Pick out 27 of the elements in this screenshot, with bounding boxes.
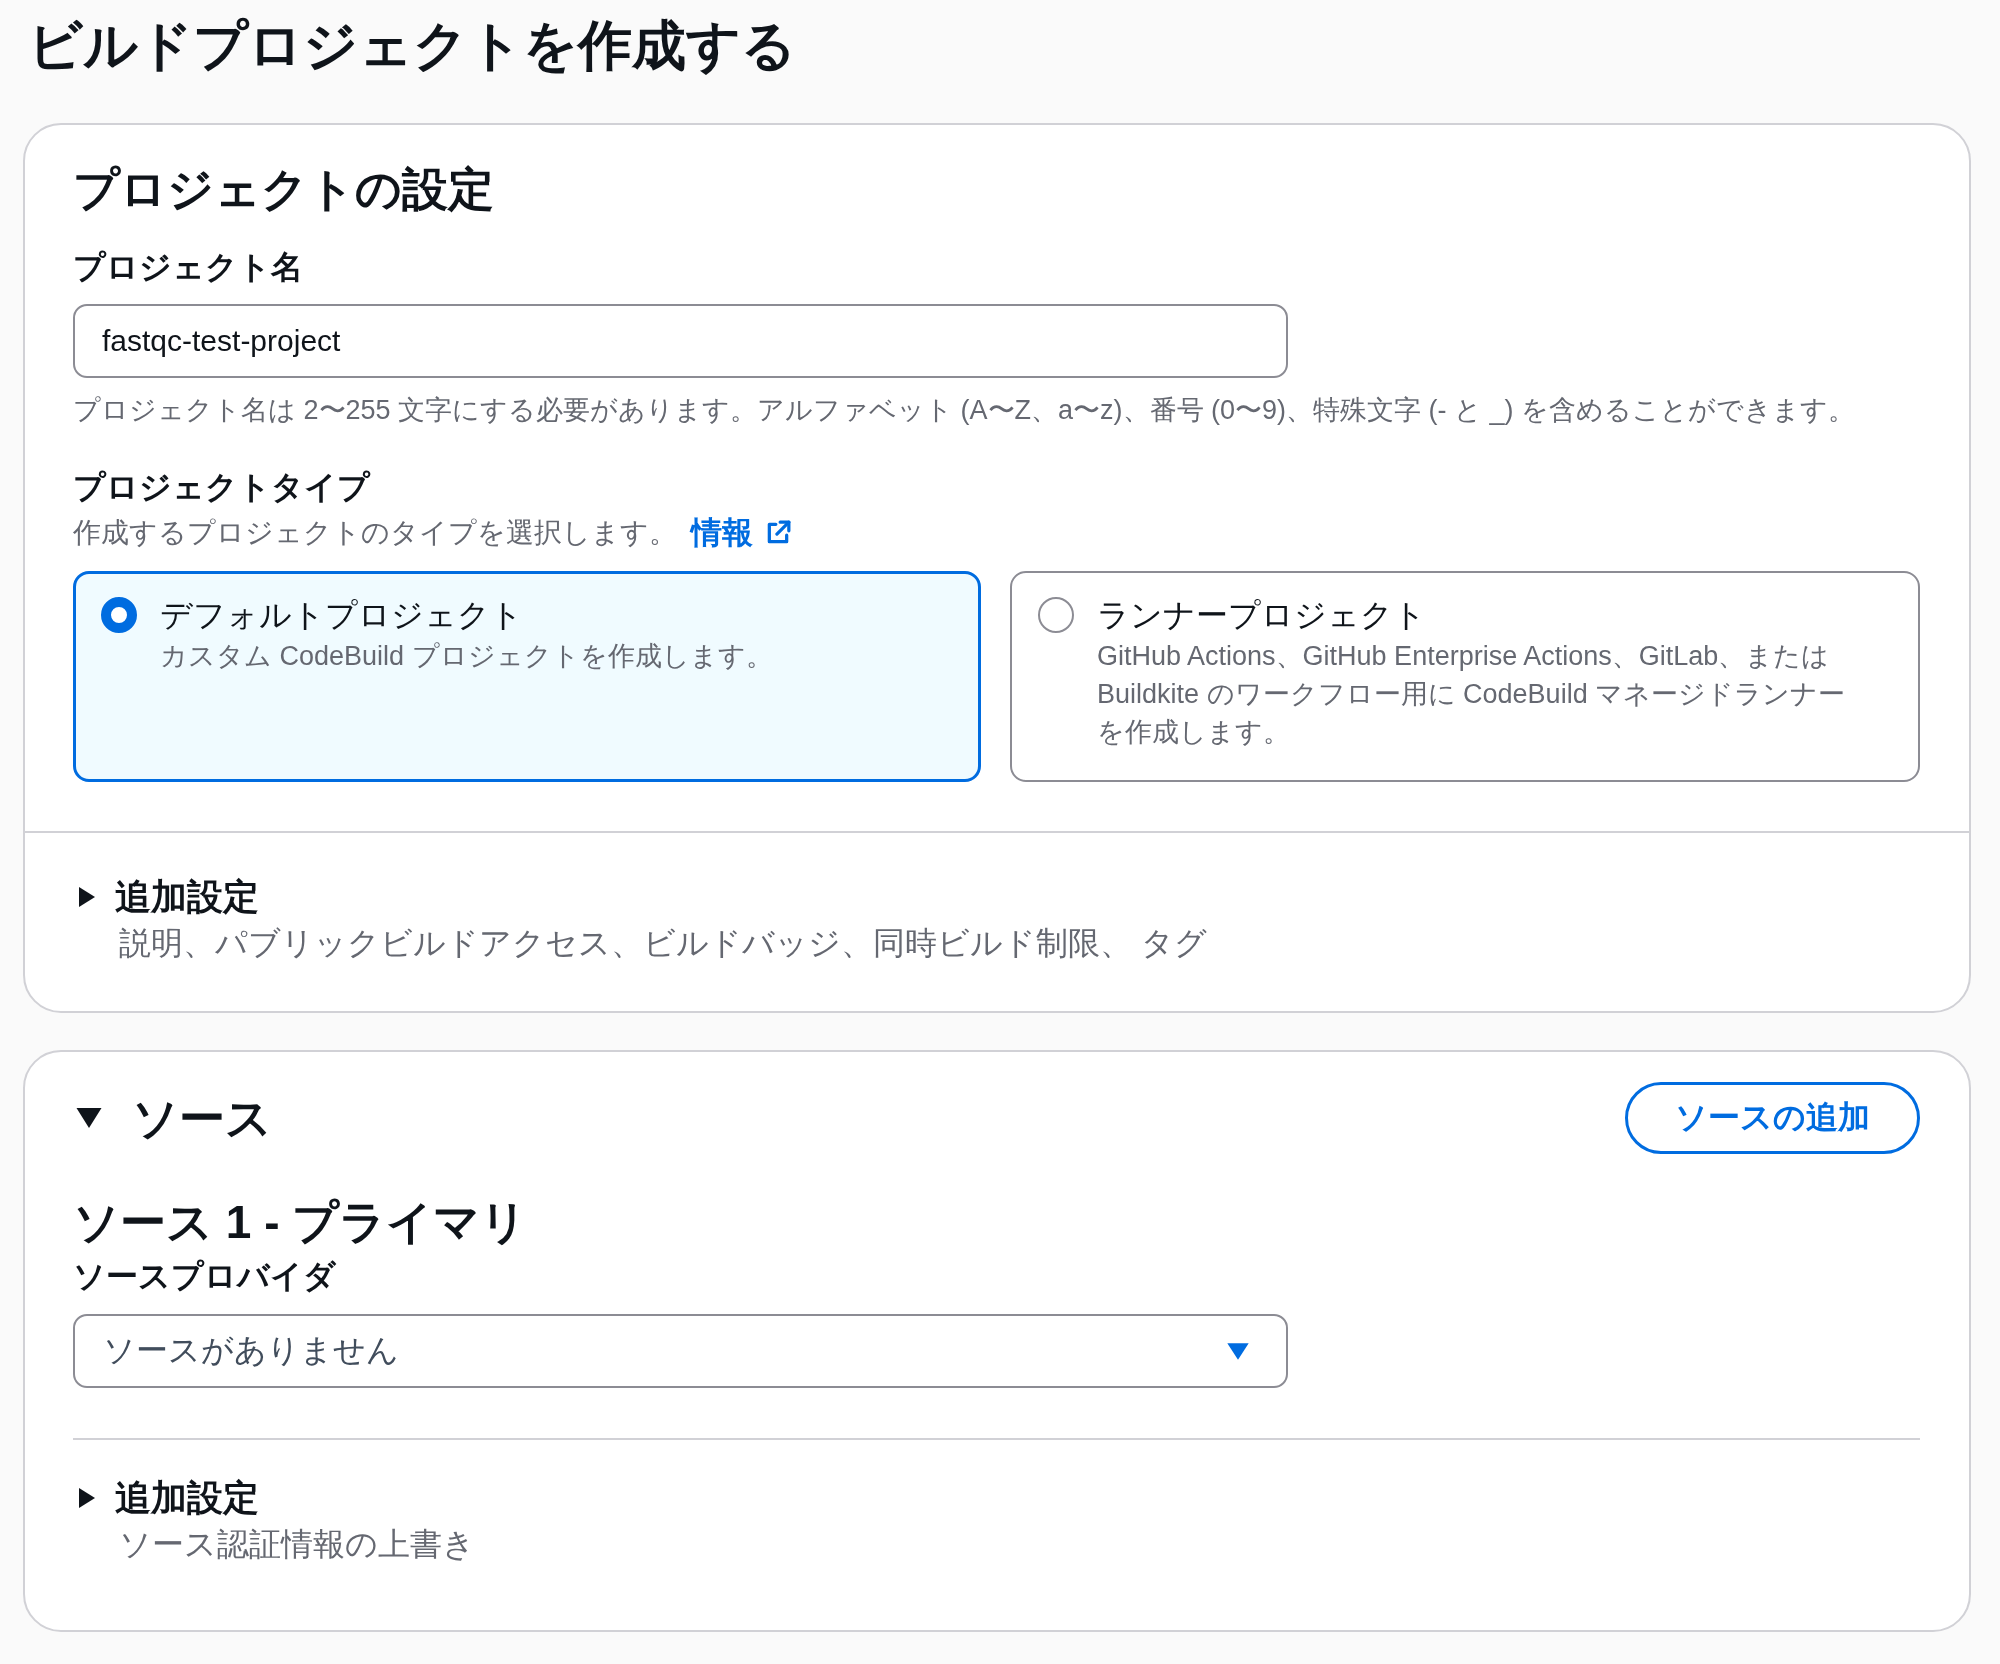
external-link-icon xyxy=(765,520,791,546)
option-title: デフォルトプロジェクト xyxy=(160,596,524,635)
source-heading: ソース 1 - プライマリ xyxy=(73,1195,529,1250)
field-label: ソースプロバイダ xyxy=(73,1257,337,1296)
option-description: カスタム CodeBuild プロジェクトを作成します。 xyxy=(160,640,774,673)
project-type-option[interactable]: デフォルトプロジェクト カスタム CodeBuild プロジェクトを作成します。 xyxy=(73,571,981,782)
option-description: GitHub Actions、GitHub Enterprise Actions、GitLab、または Buildkite のワークフロー用に CodeBuild マネージドランナーを作成します。 xyxy=(1097,640,1847,749)
field-hint: プロジェクト名は 2〜255 文字にする必要があります。アルファベット (A〜Z、a〜z)、番号 (0〜9)、特殊文字 (- と _) を含めることができます。 xyxy=(73,394,1857,427)
additional-settings-toggle[interactable]: 追加設定 xyxy=(73,875,259,919)
field-label: プロジェクトタイプ xyxy=(73,468,372,507)
additional-settings-summary: 説明、パブリックビルドアクセス、ビルドバッジ、同時ビルド制限、 タグ xyxy=(118,924,1208,963)
additional-settings-summary: ソース認証情報の上書き xyxy=(118,1525,476,1564)
add-source-button[interactable]: ソースの追加 xyxy=(1625,1082,1920,1154)
source-provider-select[interactable]: ソースがありません xyxy=(73,1314,1288,1388)
section-heading: プロジェクトの設定 xyxy=(73,162,495,217)
source-section-toggle[interactable]: ソース xyxy=(73,1090,272,1146)
page-title: ビルドプロジェクトを作成する xyxy=(28,14,797,77)
caret-down-icon xyxy=(1226,1341,1250,1361)
additional-settings-toggle[interactable]: 追加設定 xyxy=(73,1476,259,1520)
project-name-input[interactable]: fastqc-test-project xyxy=(73,304,1288,378)
radio-button[interactable] xyxy=(101,597,137,633)
info-link[interactable]: 情報 xyxy=(691,515,791,551)
project-type-option[interactable]: ランナープロジェクト GitHub Actions、GitHub Enterprise Actions、GitLab、または Buildkite のワークフロー用に CodeBuild マネージドランナーを作成します。 xyxy=(1010,571,1920,782)
radio-button[interactable] xyxy=(1038,597,1074,633)
field-description: 作成するプロジェクトのタイプを選択します。 xyxy=(73,516,677,550)
field-label: プロジェクト名 xyxy=(73,248,304,287)
option-title: ランナープロジェクト xyxy=(1097,596,1427,635)
